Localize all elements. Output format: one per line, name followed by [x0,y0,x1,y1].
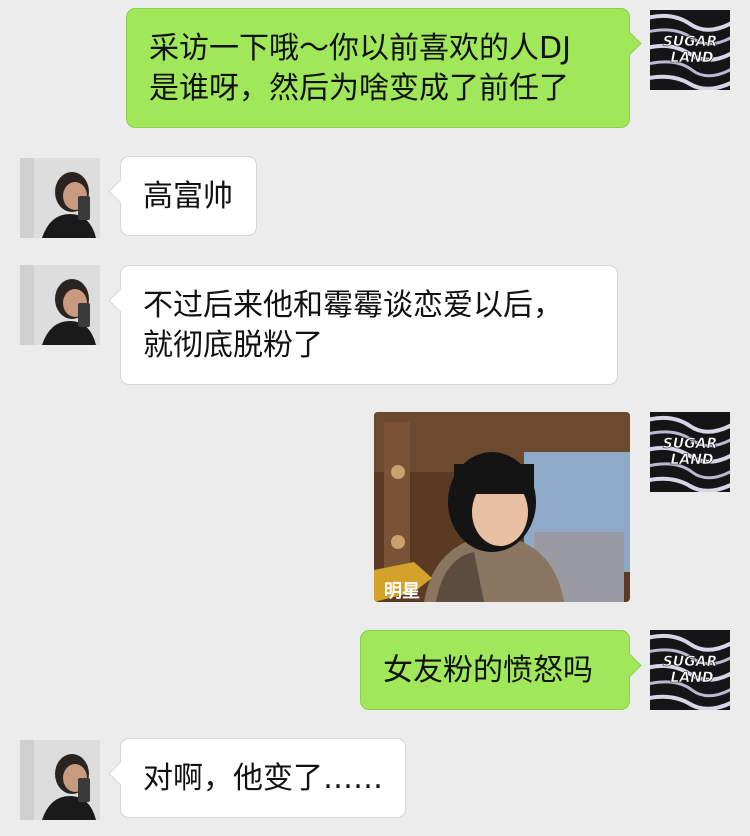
contact-avatar[interactable] [20,158,100,238]
bubble-tail [108,288,133,313]
message-bubble-5[interactable]: 女友粉的愤怒吗 [360,630,642,710]
message-text-line: 是谁呀，然后为啥变成了前任了 [149,71,569,106]
my-avatar[interactable]: SUGAR LAND [650,10,730,90]
message-row-3: 不过后来他和霉霉谈恋爱以后， 就彻底脱粉了 [0,265,750,387]
selfie-avatar-icon [20,265,100,345]
message-bubble-6[interactable]: 对啊，他变了…… [108,738,406,818]
message-text-line: 采访一下哦～你以前喜欢的人DJ [149,31,571,66]
sugar-land-logo-icon: SUGAR LAND [650,412,730,492]
logo-text: LAND [670,50,713,66]
sugar-land-logo-icon: SUGAR LAND [650,630,730,710]
message-row-5: 女友粉的愤怒吗 SUGAR LAND [0,630,750,712]
message-row-4: 明星 SUGAR LAND [0,412,750,604]
message-bubble-2[interactable]: 高富帅 [108,156,257,236]
message-bubble-3[interactable]: 不过后来他和霉霉谈恋爱以后， 就彻底脱粉了 [108,265,618,385]
message-row-1: 采访一下哦～你以前喜欢的人DJ 是谁呀，然后为啥变成了前任了 SUGAR LAN… [0,8,750,130]
message-row-2: 高富帅 [0,156,750,238]
image-message[interactable]: 明星 [374,412,630,602]
message-text-line: 高富帅 [143,179,233,214]
logo-text: SUGAR [663,34,718,50]
contact-avatar[interactable] [20,265,100,345]
message-text-line: 就彻底脱粉了 [143,328,323,363]
bubble-tail [108,179,133,204]
message-text-line: 对啊，他变了…… [143,761,383,796]
bubble-tail [108,761,133,786]
logo-text: SUGAR [663,436,718,452]
selfie-avatar-icon [20,740,100,820]
bubble-tail [617,31,642,56]
my-avatar[interactable]: SUGAR LAND [650,630,730,710]
message-text-line: 女友粉的愤怒吗 [383,653,593,688]
logo-text: LAND [670,670,713,686]
selfie-avatar-icon [20,158,100,238]
message-bubble-1[interactable]: 采访一下哦～你以前喜欢的人DJ 是谁呀，然后为啥变成了前任了 [126,8,642,128]
bubble-tail [617,653,642,678]
my-avatar[interactable]: SUGAR LAND [650,412,730,492]
message-row-6: 对啊，他变了…… [0,738,750,820]
logo-text: SUGAR [663,654,718,670]
tv-screenshot-image-icon: 明星 [374,412,630,602]
logo-text: LAND [670,452,713,468]
contact-avatar[interactable] [20,740,100,820]
message-text-line: 不过后来他和霉霉谈恋爱以后， [143,288,563,323]
image-caption: 明星 [384,581,420,602]
sugar-land-logo-icon: SUGAR LAND [650,10,730,90]
